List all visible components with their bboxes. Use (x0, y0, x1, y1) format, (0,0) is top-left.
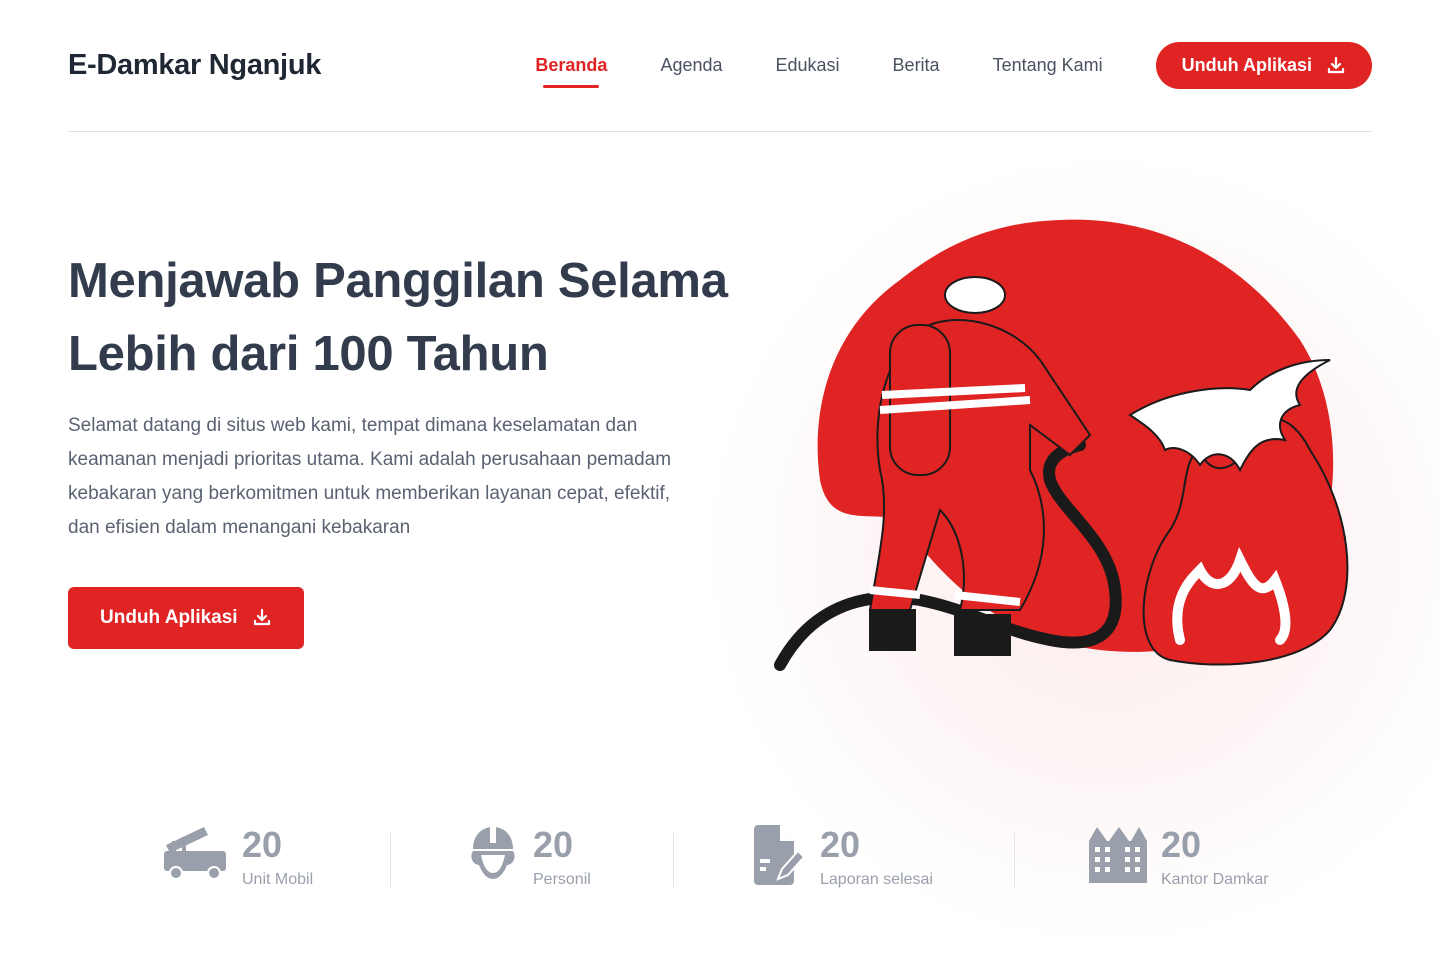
hero-title-line1: Menjawab Panggilan Selama (68, 254, 728, 308)
stat-label: Kantor Damkar (1161, 871, 1269, 888)
hero-description: Selamat datang di situs web kami, tempat… (68, 415, 672, 538)
main-nav: Beranda Agenda Edukasi Berita Tentang Ka… (482, 42, 1372, 89)
header: E-Damkar Nganjuk Beranda Agenda Edukasi … (68, 0, 1372, 132)
stat-kantor: 20 Kantor Damkar (1015, 825, 1269, 889)
download-icon (1327, 56, 1345, 73)
stats-bar: 20 Unit Mobil 20 Personil 20 Laporan selesa… (160, 825, 1320, 889)
stat-unit-mobil: 20 Unit Mobil (160, 825, 390, 889)
report-icon (754, 825, 806, 885)
nav-beranda[interactable]: Beranda (535, 55, 607, 88)
stat-label: Unit Mobil (242, 871, 314, 888)
nav-agenda[interactable]: Agenda (660, 55, 722, 76)
firefighter-illustration (774, 219, 1349, 671)
firefighter-helmet-icon (471, 827, 515, 879)
stat-label: Personil (533, 871, 591, 888)
stat-personil: 20 Personil (391, 825, 673, 889)
download-app-label: Unduh Aplikasi (1181, 55, 1312, 75)
download-app-button-hero[interactable]: Unduh Aplikasi (68, 587, 304, 649)
stat-value: 20 (1161, 824, 1202, 865)
stat-value: 20 (820, 824, 861, 865)
hero-title-line2: Lebih dari 100 Tahun (68, 327, 549, 381)
download-icon (253, 608, 270, 626)
stat-label: Laporan selesai (820, 871, 933, 888)
nav-tentang-kami[interactable]: Tentang Kami (993, 55, 1103, 76)
fire-truck-icon (164, 827, 226, 880)
building-icon (1089, 827, 1147, 883)
stat-laporan: 20 Laporan selesai (674, 825, 1014, 889)
download-app-button-header[interactable]: Unduh Aplikasi (1155, 42, 1372, 89)
stat-value: 20 (242, 824, 283, 865)
hero: Menjawab Panggilan Selama Lebih dari 100 … (68, 245, 768, 649)
logo[interactable]: E-Damkar Nganjuk (68, 49, 321, 82)
download-app-label: Unduh Aplikasi (100, 607, 238, 628)
stat-value: 20 (533, 824, 574, 865)
nav-edukasi[interactable]: Edukasi (776, 55, 840, 76)
hero-title: Menjawab Panggilan Selama Lebih dari 100 … (68, 245, 768, 391)
nav-berita[interactable]: Berita (893, 55, 940, 76)
